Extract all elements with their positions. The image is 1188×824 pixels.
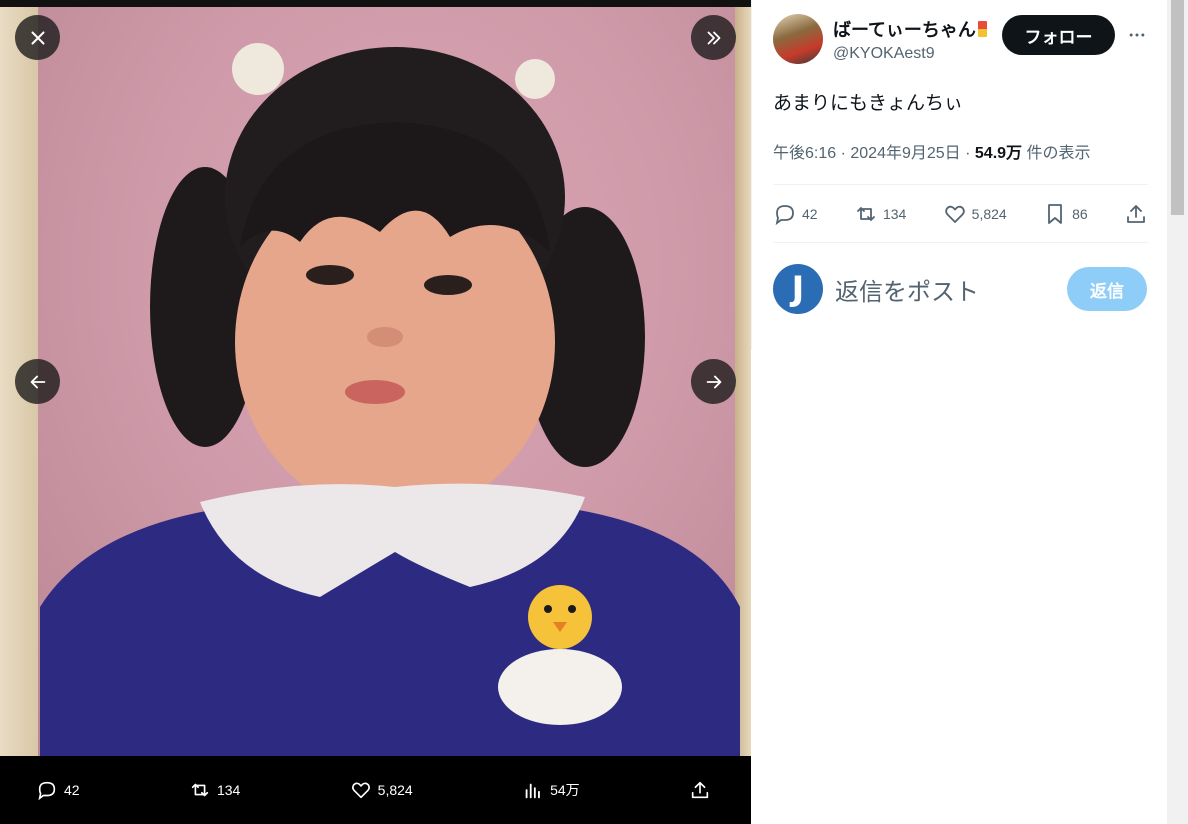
repost-icon (857, 207, 875, 221)
bookmark-icon (1048, 204, 1062, 224)
viewer-like-count: 5,824 (377, 782, 413, 798)
like-count: 5,824 (971, 206, 1007, 222)
tweet-text: あまりにもきょんちぃ (773, 93, 964, 114)
app-root: 42 134 5,824 54万 ばーてぃーちゃん @KYOKAest9 フォロ… (0, 0, 1188, 824)
follow-button[interactable]: フォロー (1002, 15, 1115, 55)
viewer-action-bar: 42 134 5,824 54万 (0, 756, 751, 824)
portrait-illustration (40, 43, 740, 756)
reply-composer: J 返信をポスト 返信 (773, 264, 1148, 316)
media-viewer: 42 134 5,824 54万 (0, 0, 751, 824)
viewer-top-strip (0, 0, 751, 7)
tweet-date[interactable]: 2024年9月25日 (850, 145, 960, 162)
viewer-repost-count: 134 (216, 782, 241, 798)
bookmark-button[interactable]: 86 (1043, 202, 1088, 226)
chick-icon (528, 585, 592, 649)
meta-separator: · (836, 145, 851, 162)
more-dots-icon (1129, 33, 1145, 37)
repost-count: 134 (882, 206, 907, 222)
current-user-avatar[interactable]: J (773, 264, 823, 314)
viewer-reply-button[interactable]: 42 (36, 779, 80, 801)
tweet-views-count: 54.9万 (974, 145, 1023, 162)
close-button[interactable] (15, 15, 60, 60)
reply-button[interactable]: 42 (773, 202, 818, 226)
viewer-views-count: 54万 (550, 782, 580, 798)
like-button[interactable]: 5,824 (943, 202, 1007, 226)
reply-icon (775, 205, 794, 226)
repost-icon (191, 783, 209, 797)
reply-count: 42 (802, 206, 818, 222)
reply-input[interactable]: 返信をポスト (835, 272, 979, 307)
display-name-text: ばーてぃーちゃん (833, 19, 976, 40)
scrollbar-thumb[interactable] (1171, 0, 1184, 215)
viewer-repost-button[interactable]: 134 (189, 779, 240, 801)
next-media-button[interactable] (691, 359, 736, 404)
expand-sidebar-button[interactable] (691, 15, 736, 60)
reply-icon (38, 781, 56, 801)
bookmark-count: 86 (1072, 206, 1088, 222)
double-chevron-right-icon (707, 31, 720, 44)
divider (773, 242, 1148, 243)
arrow-left-icon (30, 375, 45, 388)
share-button[interactable] (1124, 202, 1148, 226)
heart-icon (351, 782, 370, 799)
analytics-icon (525, 783, 540, 799)
meta-separator: · (960, 145, 975, 162)
share-icon (691, 781, 709, 799)
author-block: ばーてぃーちゃん @KYOKAest9 (773, 14, 987, 64)
author-display-name[interactable]: ばーてぃーちゃん (833, 16, 987, 42)
author-names: ばーてぃーちゃん @KYOKAest9 (833, 16, 987, 63)
media-photo[interactable] (0, 7, 751, 756)
author-handle[interactable]: @KYOKAest9 (833, 45, 987, 63)
close-icon (30, 30, 45, 45)
arrow-right-icon (706, 375, 721, 388)
tweet-views-suffix: 件の表示 (1026, 145, 1091, 162)
flag-emoji-icon (977, 20, 987, 37)
viewer-views-button[interactable]: 54万 (522, 779, 580, 801)
viewer-like-button[interactable]: 5,824 (350, 779, 413, 801)
previous-media-button[interactable] (15, 359, 60, 404)
author-avatar[interactable] (773, 14, 823, 64)
viewer-reply-count: 42 (64, 782, 80, 798)
repost-button[interactable]: 134 (854, 202, 906, 226)
divider (773, 184, 1148, 185)
viewer-share-button[interactable] (689, 779, 711, 801)
share-icon (1127, 205, 1145, 223)
heart-icon (944, 205, 965, 223)
reply-submit-button[interactable]: 返信 (1067, 267, 1147, 311)
tweet-meta: 午後6:16 · 2024年9月25日 · 54.9万 件の表示 (773, 139, 1091, 163)
more-options-button[interactable] (1122, 20, 1152, 50)
tweet-time[interactable]: 午後6:16 (773, 145, 836, 162)
tweet-panel: ばーてぃーちゃん @KYOKAest9 フォロー あまりにもきょんちぃ 午後6:… (751, 0, 1167, 350)
tweet-actions: 42 134 5,824 86 (773, 193, 1148, 235)
